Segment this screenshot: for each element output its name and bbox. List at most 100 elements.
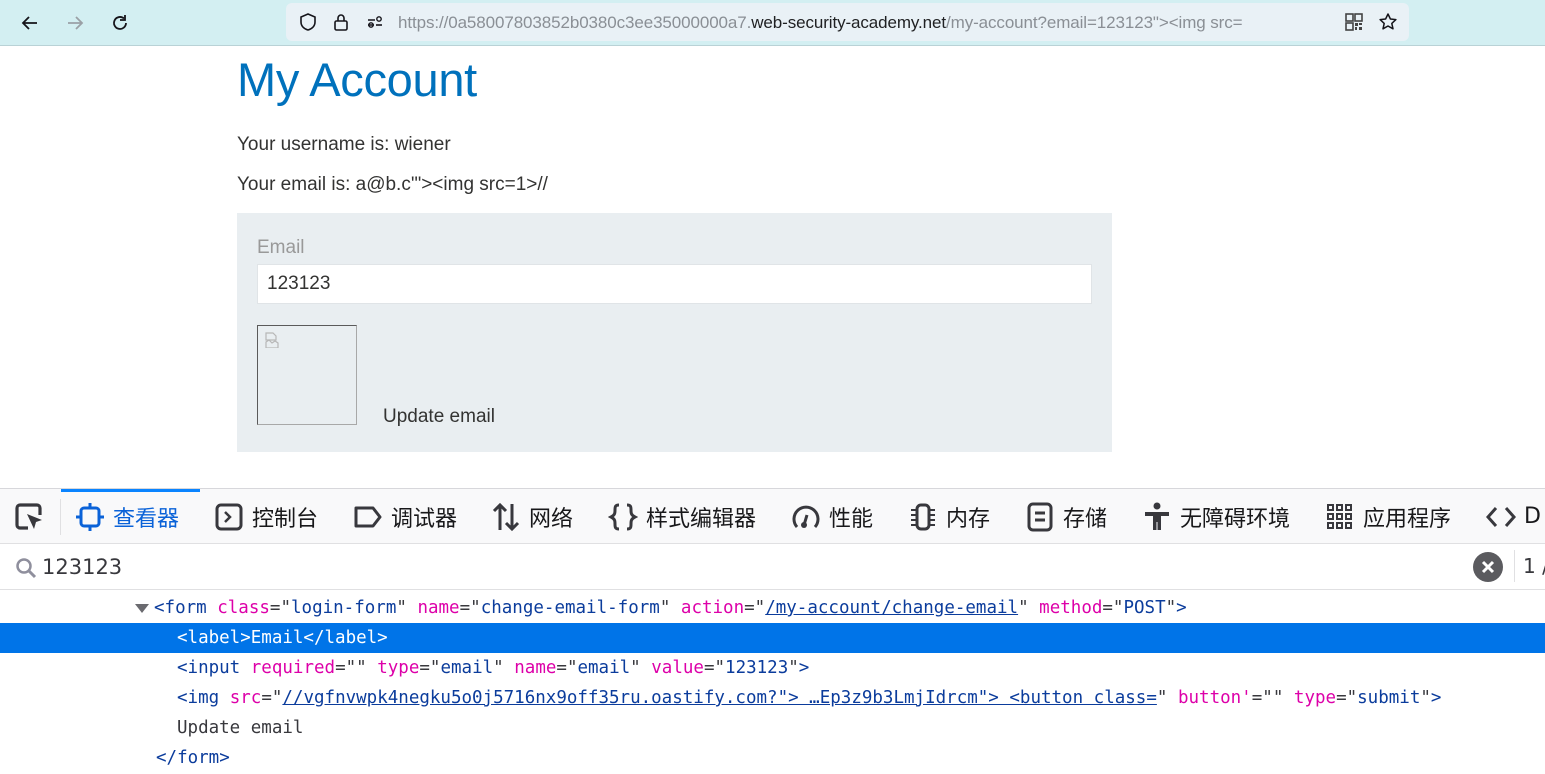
- tab-application[interactable]: 应用程序: [1325, 489, 1451, 544]
- broken-image-icon: [265, 332, 279, 348]
- attr-value: login-form: [291, 598, 397, 618]
- markup-node-form[interactable]: <form class="login-form" name="change-em…: [0, 593, 1545, 623]
- network-icon: [492, 502, 520, 531]
- markup-node-input[interactable]: <input required="" type="email" name="em…: [0, 653, 1545, 683]
- attr-name: method: [1039, 598, 1103, 618]
- text-node-content: Update email: [177, 718, 304, 738]
- markup-text-node[interactable]: Update email: [0, 713, 1545, 743]
- tab-storage-label: 存储: [1063, 506, 1108, 532]
- bookmark-star-icon[interactable]: [1378, 12, 1398, 32]
- markup-node-img[interactable]: <img src="//vgfnvwpk4negku5o0j5716nx9off…: [0, 683, 1545, 713]
- tracking-protection-shield-icon[interactable]: [298, 12, 318, 32]
- markup-search-bar: 1 /: [0, 544, 1545, 590]
- element-picker-icon: [15, 503, 42, 530]
- storage-icon: [1027, 502, 1053, 531]
- dom-icon: [1486, 506, 1516, 527]
- username-text: Your username is: wiener: [237, 134, 451, 155]
- forward-arrow-icon: [68, 16, 84, 30]
- attr-name: type: [377, 658, 420, 678]
- search-icon: [16, 558, 37, 579]
- tab-inspector-label: 查看器: [113, 506, 180, 532]
- tag-open: <img: [177, 688, 220, 708]
- attr-name: name: [417, 598, 460, 618]
- email-text: Your email is: a@b.c'"><img src=1>//: [237, 174, 548, 195]
- application-icon: [1327, 503, 1352, 529]
- attr-name: required: [250, 658, 336, 678]
- tab-style-editor[interactable]: 样式编辑器: [608, 489, 756, 544]
- url-host: web-security-academy.net: [751, 13, 947, 32]
- tab-style-editor-label: 样式编辑器: [646, 506, 757, 532]
- attr-value: email: [577, 658, 631, 678]
- tab-application-label: 应用程序: [1363, 506, 1452, 532]
- tab-dom-label: D: [1524, 504, 1541, 529]
- reload-button[interactable]: [105, 8, 135, 38]
- tab-network-label: 网络: [529, 506, 574, 532]
- tag-close: </form>: [156, 748, 230, 768]
- attr-link-value[interactable]: /my-account/change-email: [765, 598, 1018, 618]
- label-node-text: <label>Email</label>: [177, 628, 388, 648]
- markup-node-form-close[interactable]: </form>: [0, 743, 1545, 773]
- page-title: My Account: [237, 53, 477, 106]
- attr-name: name: [514, 658, 557, 678]
- update-email-button[interactable]: Update email: [383, 406, 495, 428]
- style-editor-icon: [608, 503, 638, 530]
- url-bar[interactable]: https://0a58007803852b0380c3ee35000000a7…: [286, 3, 1409, 41]
- back-button[interactable]: [15, 8, 45, 38]
- devtools-tabbar: 查看器 控制台 调试器 网络 样式编辑器 性能 内存 存储 无障碍环境 应用程序…: [0, 489, 1545, 544]
- url-text[interactable]: https://0a58007803852b0380c3ee35000000a7…: [398, 13, 1333, 33]
- img-src-link[interactable]: //vgfnvwpk4negku5o0j5716nx9off35ru.oasti…: [282, 688, 1156, 708]
- attr-name: action: [680, 598, 745, 618]
- attr-name: type: [1293, 688, 1337, 708]
- permissions-icon[interactable]: [365, 12, 385, 32]
- memory-icon: [911, 503, 935, 530]
- email-label: Email: [257, 237, 305, 258]
- tag-open: <form: [154, 598, 207, 618]
- lock-icon[interactable]: [331, 12, 351, 32]
- markup-node-label-selected[interactable]: <label>Email</label>: [0, 623, 1545, 653]
- attr-name: value: [651, 658, 704, 678]
- tab-dom[interactable]: D: [1486, 489, 1541, 544]
- page-content: My Account Your username is: wiener Your…: [0, 46, 1545, 488]
- attr-value: email: [440, 658, 494, 678]
- email-input[interactable]: [257, 264, 1092, 304]
- attr-name: src: [229, 688, 262, 708]
- expand-twisty-icon[interactable]: [135, 603, 149, 613]
- console-icon: [215, 503, 243, 530]
- tab-debugger[interactable]: 调试器: [353, 489, 457, 544]
- tab-console[interactable]: 控制台: [214, 489, 318, 544]
- tab-inspector[interactable]: 查看器: [61, 489, 200, 544]
- tab-memory-label: 内存: [946, 506, 991, 532]
- tab-storage[interactable]: 存储: [1025, 489, 1107, 544]
- forward-button[interactable]: [60, 8, 90, 38]
- back-arrow-icon: [21, 16, 37, 30]
- attr-value: 123123: [725, 658, 789, 678]
- attr-name: class: [217, 598, 270, 618]
- tab-performance-label: 性能: [829, 506, 874, 532]
- tab-accessibility-label: 无障碍环境: [1180, 506, 1291, 532]
- qr-code-icon[interactable]: [1344, 12, 1364, 32]
- tab-network[interactable]: 网络: [491, 489, 573, 544]
- debugger-icon: [354, 506, 382, 527]
- tab-memory[interactable]: 内存: [908, 489, 990, 544]
- tag-open: <input: [177, 658, 241, 678]
- broken-image: [257, 325, 357, 425]
- tab-accessibility[interactable]: 无障碍环境: [1142, 489, 1290, 544]
- clear-search-button[interactable]: [1473, 552, 1503, 582]
- attr-name: button': [1177, 688, 1252, 708]
- inspector-icon: [76, 502, 104, 531]
- attr-value: submit: [1357, 688, 1421, 708]
- performance-icon: [792, 505, 820, 528]
- close-icon: [1481, 560, 1495, 574]
- change-email-form: Email Update email: [237, 213, 1112, 452]
- devtools-panel: 查看器 控制台 调试器 网络 样式编辑器 性能 内存 存储 无障碍环境 应用程序…: [0, 488, 1545, 774]
- markup-search-input[interactable]: [42, 552, 1442, 582]
- search-count-separator: [1514, 550, 1515, 582]
- element-picker-button[interactable]: [12, 501, 48, 533]
- accessibility-icon: [1145, 502, 1169, 530]
- tab-debugger-label: 调试器: [391, 506, 458, 532]
- attr-value: POST: [1123, 598, 1166, 618]
- url-path: /my-account?email=123123"><img src=: [946, 13, 1243, 32]
- search-result-count: 1 /: [1523, 554, 1545, 578]
- tab-console-label: 控制台: [252, 506, 319, 532]
- tab-performance[interactable]: 性能: [791, 489, 873, 544]
